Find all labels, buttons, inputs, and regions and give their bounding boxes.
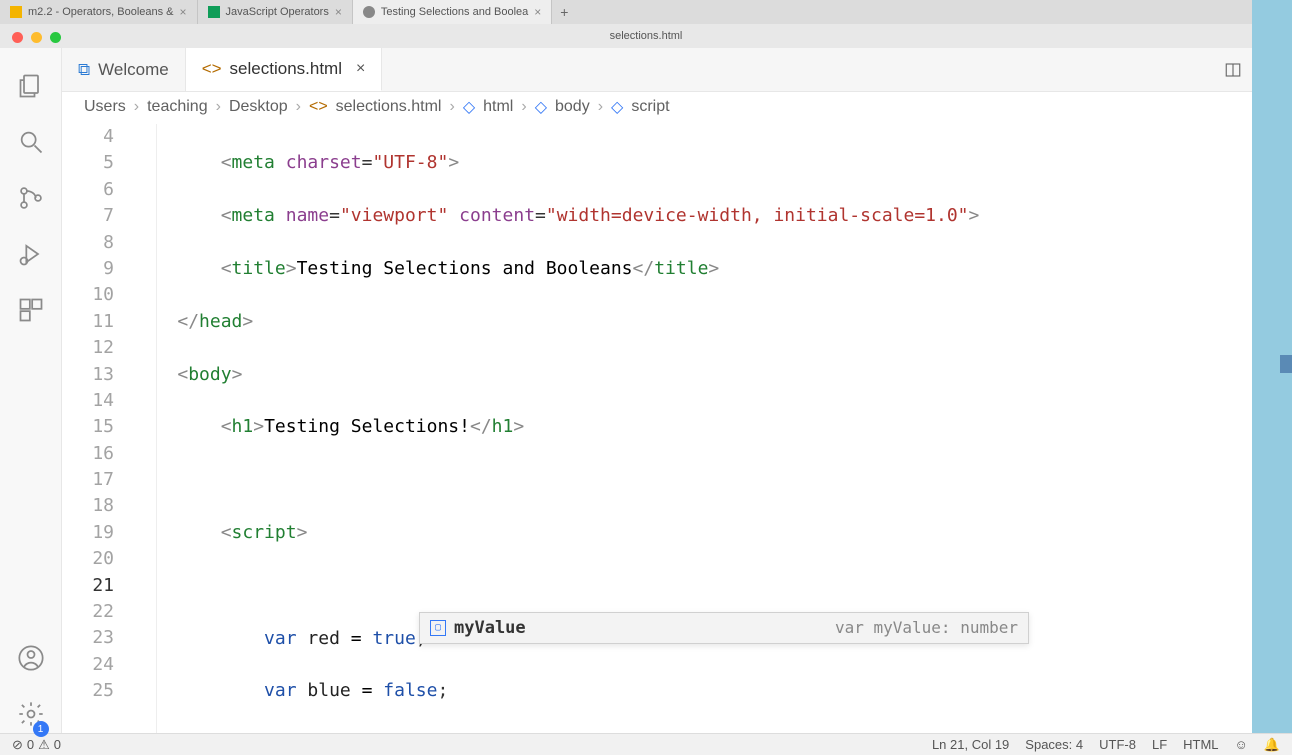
suggestion-hint: var myValue: number [835, 615, 1018, 641]
html-file-icon: <> [202, 59, 222, 79]
close-icon[interactable]: × [534, 5, 541, 19]
minimize-window-button[interactable] [31, 32, 42, 43]
search-icon[interactable] [17, 128, 45, 156]
tab-label: Welcome [98, 60, 169, 80]
tab-file[interactable]: <> selections.html × [186, 48, 383, 91]
cursor-position[interactable]: Ln 21, Col 19 [932, 737, 1009, 752]
browser-tab-strip: m2.2 - Operators, Booleans & × JavaScrip… [0, 0, 1292, 24]
language-mode[interactable]: HTML [1183, 737, 1218, 752]
favicon-slides-icon [10, 6, 22, 18]
extensions-icon[interactable] [17, 296, 45, 324]
symbol-icon: ◇ [463, 97, 475, 117]
activity-bar: 1 [0, 48, 62, 733]
editor-tab-strip: ⧉ Welcome <> selections.html × ··· [62, 48, 1292, 92]
browser-tab-title: Testing Selections and Boolea [381, 6, 528, 18]
accounts-icon[interactable] [17, 644, 45, 672]
code-content[interactable]: <meta charset="UTF-8"> <meta name="viewp… [134, 122, 1292, 733]
symbol-icon: ◇ [535, 97, 547, 117]
source-control-icon[interactable] [17, 184, 45, 212]
intellisense-popup[interactable]: ▢ myValue var myValue: number [419, 612, 1029, 644]
split-editor-icon[interactable] [1224, 61, 1242, 79]
breadcrumb-segment[interactable]: Users [84, 98, 126, 116]
warning-icon: ⚠ [38, 737, 50, 753]
browser-tab-1[interactable]: JavaScript Operators × [198, 0, 353, 24]
maximize-window-button[interactable] [50, 32, 61, 43]
editor-body[interactable]: 456 789 101112 131415 161718 1920 21 222… [62, 122, 1292, 733]
vscode-app: 1 ⧉ Welcome <> selections.html × ··· Use… [0, 48, 1292, 733]
suggestion-label: myValue [454, 615, 526, 641]
breadcrumb[interactable]: Users› teaching› Desktop› <> selections.… [62, 92, 1292, 122]
favicon-js-icon [208, 6, 220, 18]
symbol-icon: ◇ [611, 97, 623, 117]
breadcrumb-segment[interactable]: script [631, 98, 669, 116]
window-controls [12, 32, 61, 43]
error-icon: ⊘ [12, 737, 23, 753]
breadcrumb-segment[interactable]: Desktop [229, 98, 288, 116]
html-file-icon: <> [309, 98, 328, 116]
notifications-icon[interactable]: 🔔 [1264, 737, 1280, 753]
close-window-button[interactable] [12, 32, 23, 43]
right-decoration [1252, 0, 1292, 733]
debug-icon[interactable] [17, 240, 45, 268]
breadcrumb-segment[interactable]: selections.html [336, 98, 442, 116]
browser-tab-title: m2.2 - Operators, Booleans & [28, 6, 174, 18]
editor-main: ⧉ Welcome <> selections.html × ··· Users… [62, 48, 1292, 733]
line-number-gutter: 456 789 101112 131415 161718 1920 21 222… [62, 122, 134, 733]
document-title: selections.html [0, 24, 1292, 48]
breadcrumb-segment[interactable]: teaching [147, 98, 208, 116]
browser-tab-0[interactable]: m2.2 - Operators, Booleans & × [0, 0, 198, 24]
feedback-icon[interactable]: ☺ [1235, 737, 1248, 752]
eol[interactable]: LF [1152, 737, 1167, 752]
close-icon[interactable]: × [335, 5, 342, 19]
breadcrumb-segment[interactable]: html [483, 98, 513, 116]
errors-button[interactable]: ⊘0 ⚠0 [12, 737, 61, 753]
favicon-globe-icon [363, 6, 375, 18]
vscode-icon: ⧉ [78, 60, 90, 80]
close-icon[interactable]: × [180, 5, 187, 19]
close-icon[interactable]: × [356, 60, 365, 78]
files-icon[interactable] [17, 72, 45, 100]
tab-label: selections.html [230, 59, 342, 79]
encoding[interactable]: UTF-8 [1099, 737, 1136, 752]
variable-icon: ▢ [430, 620, 446, 636]
browser-tab-2[interactable]: Testing Selections and Boolea × [353, 0, 552, 24]
tab-welcome[interactable]: ⧉ Welcome [62, 48, 186, 91]
settings-container: 1 [17, 700, 45, 733]
new-tab-button[interactable]: + [552, 4, 576, 20]
settings-badge: 1 [33, 721, 49, 737]
browser-tab-title: JavaScript Operators [226, 6, 329, 18]
status-bar: ⊘0 ⚠0 Ln 21, Col 19 Spaces: 4 UTF-8 LF H… [0, 733, 1292, 755]
minimap-marker [1280, 355, 1292, 373]
breadcrumb-segment[interactable]: body [555, 98, 590, 116]
indentation[interactable]: Spaces: 4 [1025, 737, 1083, 752]
